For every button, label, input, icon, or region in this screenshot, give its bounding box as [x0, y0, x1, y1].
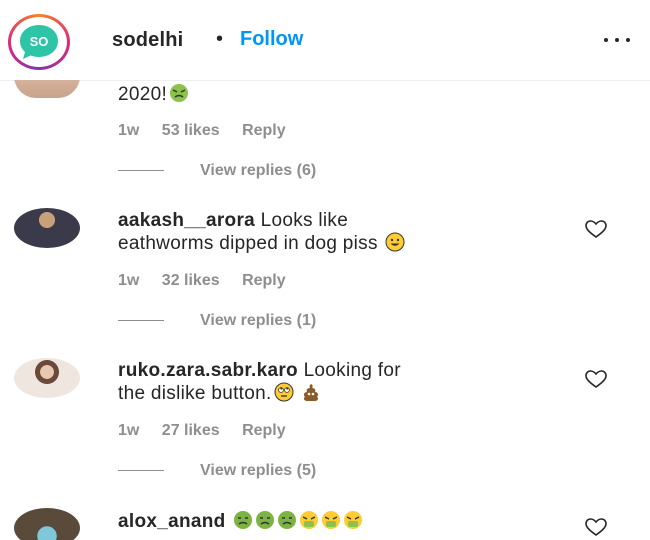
reply-button[interactable]: Reply	[242, 272, 286, 289]
view-replies-button[interactable]: View replies (5)	[118, 462, 316, 480]
more-options-icon[interactable]	[600, 30, 634, 50]
reply-button[interactable]: Reply	[242, 422, 286, 439]
comment-body: Looks like	[260, 210, 349, 231]
nauseated-face-icon	[256, 511, 275, 529]
face-with-rolling-eyes-icon	[274, 382, 294, 402]
commenter-avatar[interactable]	[14, 358, 80, 398]
comment-time: 1w	[118, 422, 140, 439]
header-divider	[0, 80, 650, 81]
commenter-avatar[interactable]	[14, 508, 80, 540]
nauseated-face-icon	[234, 511, 253, 529]
reply-button[interactable]: Reply	[242, 122, 286, 139]
comment-text: ruko.zara.sabr.karo Looking for the disl…	[118, 360, 401, 405]
face-vomiting-icon	[322, 511, 341, 529]
face-vomiting-icon	[344, 511, 363, 529]
comment-body: the dislike button.	[118, 383, 272, 404]
comment-likes[interactable]: 53 likes	[162, 122, 220, 139]
comment-body: eathworms dipped in dog piss	[118, 233, 378, 254]
comment-username[interactable]: ruko.zara.sabr.karo	[118, 360, 298, 381]
replies-divider	[118, 170, 164, 172]
smiling-face-icon	[385, 232, 405, 252]
comment-text: aakash__arora Looks like eathworms dippe…	[118, 210, 405, 255]
like-heart-icon[interactable]	[584, 368, 608, 390]
follow-button[interactable]: Follow	[240, 28, 303, 51]
comment-likes[interactable]: 32 likes	[162, 272, 220, 289]
separator-dot: •	[216, 28, 224, 50]
account-username[interactable]: sodelhi	[112, 29, 183, 52]
comment-time: 1w	[118, 272, 140, 289]
like-heart-icon[interactable]	[584, 516, 608, 538]
replies-divider	[118, 470, 164, 472]
replies-divider	[118, 320, 164, 322]
comment-text: alox_anand	[118, 510, 363, 533]
face-vomiting-icon	[300, 511, 319, 529]
comment-meta: 1w 32 likes Reply	[118, 272, 304, 290]
pile-of-poo-icon	[304, 384, 319, 401]
view-replies-label: View replies (6)	[200, 162, 317, 179]
comment-likes[interactable]: 27 likes	[162, 422, 220, 439]
view-replies-button[interactable]: View replies (1)	[118, 312, 316, 330]
comment-text: 2020!	[118, 83, 189, 106]
post-header: SO sodelhi • Follow	[0, 0, 650, 80]
nauseated-face-icon	[170, 84, 189, 102]
commenter-avatar[interactable]	[14, 208, 80, 248]
comment-body: Looking for	[303, 360, 401, 381]
comment-meta: 1w 27 likes Reply	[118, 422, 304, 440]
nauseated-face-icon	[278, 511, 297, 529]
like-heart-icon[interactable]	[584, 218, 608, 240]
comment-body: 2020!	[118, 84, 168, 105]
comment-username[interactable]: aakash__arora	[118, 210, 255, 231]
comment-username[interactable]: alox_anand	[118, 511, 226, 532]
account-logo-icon[interactable]: SO	[17, 22, 61, 62]
view-replies-button[interactable]: View replies (6)	[118, 162, 316, 180]
view-replies-label: View replies (1)	[200, 312, 317, 329]
logo-text: SO	[30, 34, 49, 49]
comment-time: 1w	[118, 122, 140, 139]
view-replies-label: View replies (5)	[200, 462, 317, 479]
comment-meta: 1w 53 likes Reply	[118, 122, 304, 140]
